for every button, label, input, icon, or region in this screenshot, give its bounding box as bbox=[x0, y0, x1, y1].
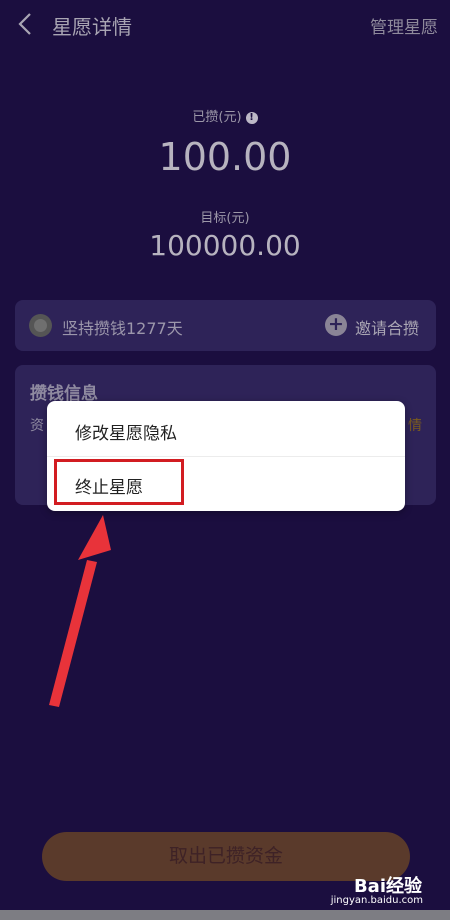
streak-card: 坚持攒钱1277天 + 邀请合攒 bbox=[15, 300, 436, 351]
avatar bbox=[29, 314, 52, 337]
wish-detail-page: 星愿详情 管理星愿 已攒(元)! 100.00 目标(元) 100000.00 … bbox=[0, 0, 450, 920]
page-title: 星愿详情 bbox=[52, 15, 132, 39]
info-icon[interactable]: ! bbox=[245, 112, 258, 124]
savings-info-partial-text: 资 bbox=[30, 418, 44, 434]
menu-divider bbox=[47, 456, 405, 457]
back-arrow-icon[interactable] bbox=[16, 11, 38, 37]
menu-item-modify-privacy[interactable]: 修改星愿隐私 bbox=[75, 419, 177, 444]
invite-button[interactable]: 邀请合攒 bbox=[355, 315, 419, 339]
saved-label: 已攒(元) bbox=[192, 110, 242, 125]
savings-info-detail-link[interactable]: 情 bbox=[408, 415, 422, 435]
header: 星愿详情 管理星愿 bbox=[0, 0, 450, 50]
saved-amount: 100.00 bbox=[158, 135, 292, 179]
target-label: 目标(元) bbox=[200, 211, 250, 226]
target-amount: 100000.00 bbox=[149, 229, 301, 262]
manage-wish-button[interactable]: 管理星愿 bbox=[370, 13, 438, 38]
streak-text: 坚持攒钱1277天 bbox=[62, 319, 183, 338]
highlight-box bbox=[54, 459, 184, 505]
bottom-bar bbox=[0, 910, 450, 920]
watermark-url: jingyan.baidu.com bbox=[330, 895, 423, 906]
add-circle-icon[interactable]: + bbox=[325, 314, 347, 336]
saved-label-row: 已攒(元)! bbox=[0, 106, 450, 125]
